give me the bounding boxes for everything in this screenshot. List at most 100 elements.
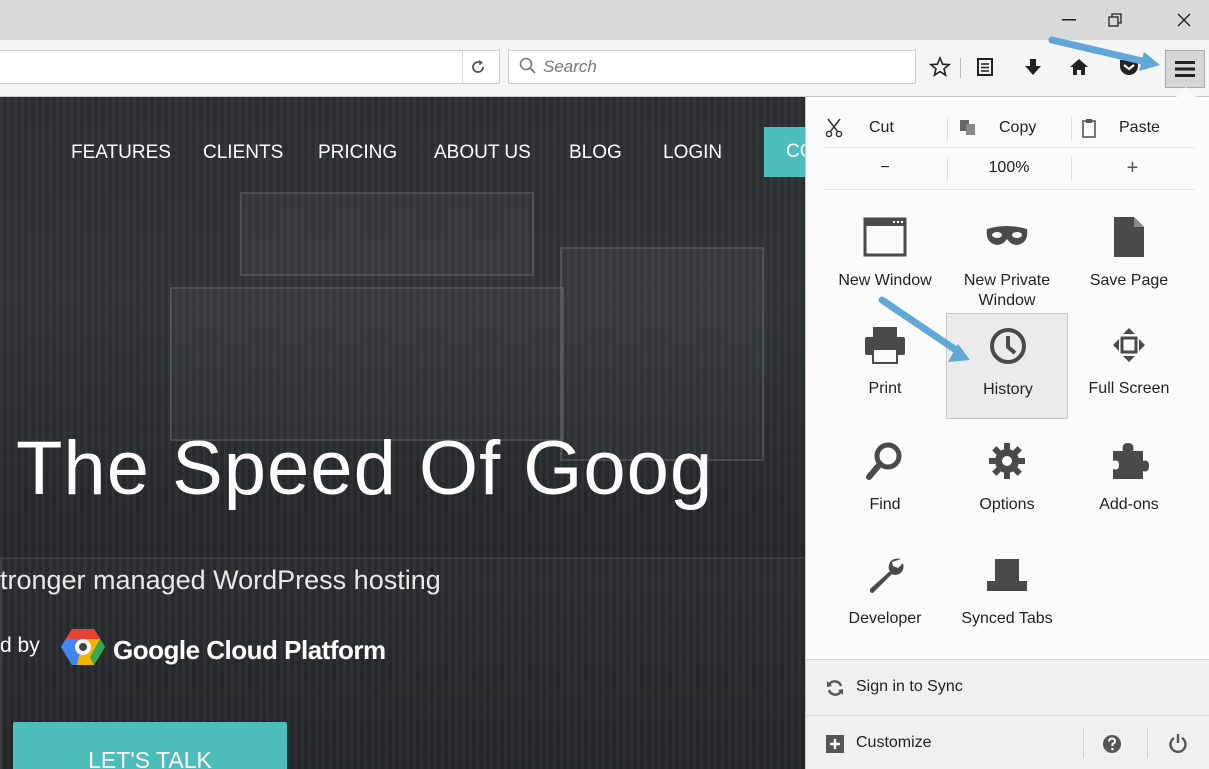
history-label: History — [983, 381, 1033, 398]
footer-divider — [1147, 728, 1148, 758]
hero-subtitle: tronger managed WordPress hosting — [0, 565, 441, 595]
title-bar — [0, 0, 1209, 40]
search-bar[interactable] — [508, 50, 916, 84]
sign-in-to-sync-button[interactable]: Sign in to Sync — [806, 659, 1209, 715]
reading-list-icon[interactable] — [968, 50, 1002, 84]
find-button[interactable]: Find — [824, 429, 946, 535]
navigation-toolbar — [0, 40, 1209, 97]
options-label: Options — [979, 496, 1035, 513]
find-label: Find — [869, 496, 901, 513]
background-server-panel — [170, 287, 564, 441]
save-page-button[interactable]: Save Page — [1068, 205, 1190, 311]
new-window-label: New Window — [838, 272, 932, 289]
history-button[interactable]: History — [946, 313, 1068, 419]
edit-controls: Cut Copy Paste — [823, 109, 1194, 148]
developer-button[interactable]: Developer — [824, 543, 946, 649]
customize-button[interactable]: Customize — [806, 715, 1209, 769]
reload-icon — [472, 60, 484, 73]
download-icon[interactable] — [1016, 50, 1050, 84]
close-icon — [1177, 13, 1191, 27]
hamburger-menu-button[interactable] — [1165, 50, 1205, 88]
magnifier-icon — [866, 442, 902, 480]
zoom-out-button[interactable]: − — [823, 147, 947, 189]
hamburger-menu-icon — [1175, 61, 1195, 77]
synced-tabs-label: Synced Tabs — [961, 610, 1053, 627]
mask-icon — [986, 226, 1028, 245]
cut-label: Cut — [869, 119, 894, 136]
save-page-label: Save Page — [1089, 272, 1169, 289]
footer-divider — [1083, 728, 1084, 758]
nav-link-features[interactable]: FEATURES — [71, 142, 171, 164]
printer-icon — [865, 327, 905, 364]
google-cloud-logo — [61, 629, 105, 665]
page-icon — [1114, 217, 1144, 257]
nav-link-login[interactable]: LOGIN — [663, 142, 722, 164]
bookmark-star-icon[interactable] — [923, 50, 957, 84]
wrench-icon — [869, 558, 904, 593]
search-input[interactable] — [543, 55, 903, 79]
full-screen-label: Full Screen — [1088, 380, 1170, 397]
developer-label: Developer — [848, 610, 922, 627]
options-button[interactable]: Options — [946, 429, 1068, 535]
restore-button[interactable] — [1092, 0, 1138, 40]
synced-tabs-button[interactable]: Synced Tabs — [946, 543, 1068, 649]
lets-talk-button[interactable]: LET'S TALK — [13, 722, 287, 769]
scissors-icon — [825, 118, 843, 138]
hero-title: The Speed Of Goog — [16, 426, 714, 511]
customize-plus-icon — [826, 735, 844, 753]
background-server-panel — [240, 192, 534, 276]
full-screen-button[interactable]: Full Screen — [1068, 313, 1190, 419]
home-icon[interactable] — [1062, 50, 1096, 84]
edit-divider — [947, 117, 948, 141]
paste-button[interactable]: Paste — [1081, 109, 1194, 147]
copy-label: Copy — [999, 119, 1037, 136]
new-private-window-button[interactable]: New Private Window — [946, 205, 1068, 311]
cut-button[interactable]: Cut — [823, 109, 947, 147]
help-icon[interactable] — [1102, 734, 1122, 754]
powered-by-text: d by — [0, 634, 40, 657]
nav-link-about-us[interactable]: ABOUT US — [434, 142, 531, 164]
fullscreen-icon — [1113, 328, 1145, 362]
quit-power-icon[interactable] — [1168, 733, 1188, 753]
sync-icon — [827, 680, 843, 696]
sync-label: Sign in to Sync — [856, 678, 963, 695]
search-icon — [519, 57, 537, 80]
menu-panel-pointer — [1176, 87, 1196, 97]
copy-icon — [960, 120, 975, 135]
reload-button[interactable] — [462, 51, 493, 83]
minimize-button[interactable] — [1046, 0, 1092, 40]
new-window-button[interactable]: New Window — [824, 205, 946, 311]
minimize-icon — [1062, 19, 1076, 21]
edit-divider — [1071, 117, 1072, 141]
restore-icon — [1108, 13, 1122, 27]
nav-link-blog[interactable]: BLOG — [569, 142, 622, 164]
web-page-content: FEATURES CLIENTS PRICING ABOUT US BLOG L… — [0, 97, 805, 769]
add-ons-label: Add-ons — [1099, 496, 1159, 513]
copy-button[interactable]: Copy — [959, 109, 1071, 147]
print-label: Print — [868, 380, 902, 397]
customize-label: Customize — [856, 734, 932, 751]
synced-tabs-icon — [987, 559, 1027, 591]
contact-button[interactable]: CO — [764, 127, 805, 177]
puzzle-icon — [1113, 443, 1149, 479]
firefox-menu-panel: Cut Copy Paste − 100% + New Window New P… — [805, 97, 1209, 769]
toolbar-divider — [960, 58, 961, 78]
add-ons-button[interactable]: Add-ons — [1068, 429, 1190, 535]
new-private-window-label: New Private Window — [963, 272, 1051, 309]
clock-icon — [990, 328, 1026, 364]
paste-icon — [1082, 119, 1096, 138]
url-bar[interactable] — [0, 50, 500, 84]
print-button[interactable]: Print — [824, 313, 946, 419]
zoom-in-button[interactable]: + — [1071, 147, 1194, 189]
google-cloud-platform-text: Google Cloud Platform — [113, 635, 386, 665]
nav-link-clients[interactable]: CLIENTS — [203, 142, 283, 164]
paste-label: Paste — [1119, 119, 1160, 136]
pocket-icon[interactable] — [1112, 50, 1146, 84]
zoom-reset-button[interactable]: 100% — [947, 147, 1071, 189]
window-icon — [863, 217, 907, 257]
zoom-controls: − 100% + — [823, 147, 1194, 190]
site-navigation: FEATURES CLIENTS PRICING ABOUT US BLOG L… — [0, 142, 805, 172]
gear-icon — [989, 443, 1025, 479]
close-button[interactable] — [1161, 0, 1207, 40]
nav-link-pricing[interactable]: PRICING — [318, 142, 397, 164]
